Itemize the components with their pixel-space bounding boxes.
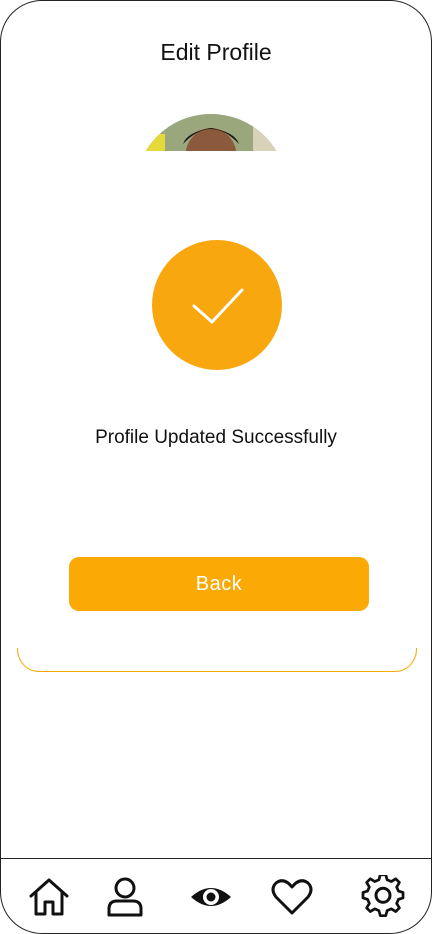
gear-icon[interactable] <box>361 875 405 919</box>
page-title: Edit Profile <box>160 39 272 65</box>
user-icon[interactable] <box>103 875 147 919</box>
heart-icon[interactable] <box>270 875 314 919</box>
checkmark-icon <box>192 288 244 324</box>
success-badge <box>152 240 282 370</box>
home-icon[interactable] <box>27 875 71 919</box>
phone-frame: Edit Profile Profile Updated Successfull… <box>0 0 432 934</box>
back-button[interactable]: Back <box>69 557 369 611</box>
success-message: Profile Updated Successfully <box>95 427 337 448</box>
eye-icon[interactable] <box>189 875 233 919</box>
bottom-navigation <box>1 858 431 933</box>
